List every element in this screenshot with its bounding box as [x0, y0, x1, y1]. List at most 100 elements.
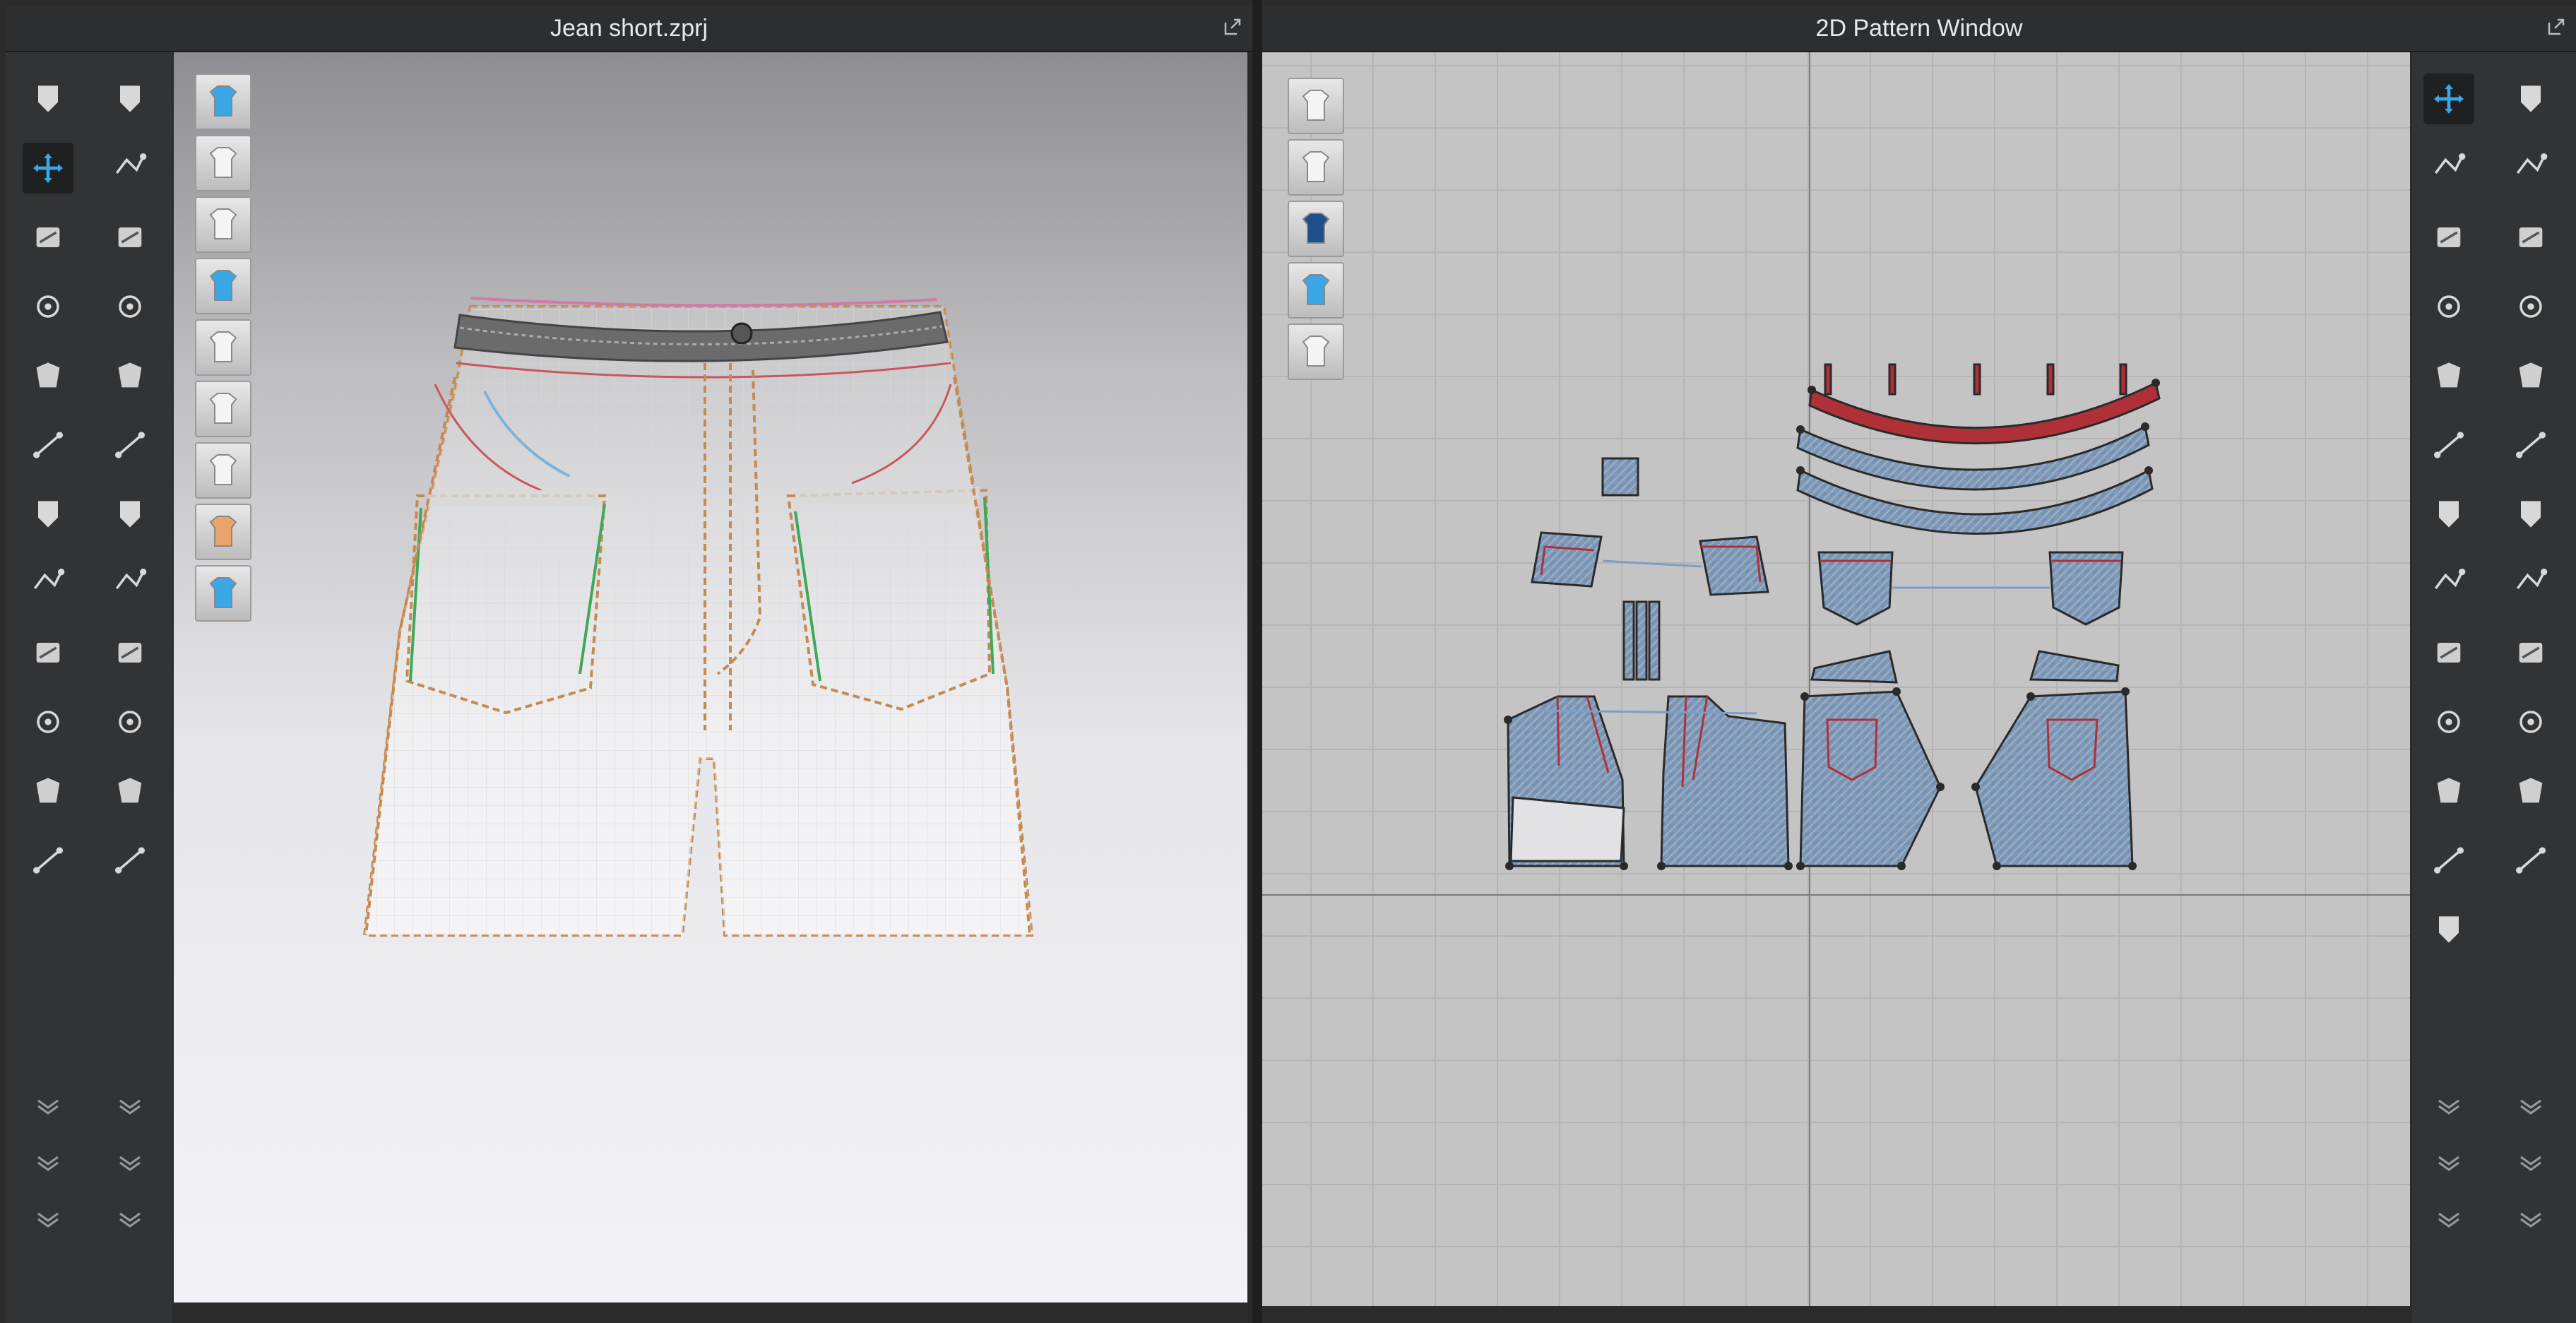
- free-sew-tool-button[interactable]: [105, 281, 155, 332]
- popout-icon[interactable]: [2546, 17, 2566, 37]
- expand-chevron-icon[interactable]: [116, 1211, 144, 1228]
- transform-icon: [36, 362, 60, 388]
- show-clothing-toggle[interactable]: [195, 196, 251, 253]
- trim-tool-button[interactable]: [105, 627, 155, 678]
- pattern-pieces[interactable]: [1262, 52, 2410, 1306]
- strap-tool-button[interactable]: [105, 420, 155, 470]
- jean-shorts-3d-model[interactable]: [174, 52, 1247, 1303]
- expand-chevron-icon[interactable]: [34, 1154, 62, 1171]
- edit-point-icon: [2434, 153, 2466, 174]
- expand-chevron-icon[interactable]: [2435, 1211, 2463, 1228]
- texture-2d-tool-button[interactable]: [2505, 489, 2556, 540]
- hanger-tool-button[interactable]: [23, 835, 73, 886]
- layer-stack-tool-button[interactable]: [2423, 904, 2474, 955]
- segment-sew-2d-tool-button[interactable]: [2505, 73, 2556, 124]
- iron-tool-button[interactable]: [2505, 350, 2556, 401]
- show-garment-toggle[interactable]: [195, 135, 251, 191]
- show-world-icon: [209, 577, 237, 608]
- show-skin-toggle[interactable]: [195, 504, 251, 560]
- polygon-tool-button[interactable]: [2423, 281, 2474, 332]
- 3d-garment-window: Jean short.zprj: [0, 0, 1252, 1323]
- window-divider[interactable]: [1252, 0, 1262, 1323]
- rectangle-tool-button[interactable]: [2423, 350, 2474, 401]
- tack-tool-button[interactable]: [23, 489, 73, 540]
- puckering-icon: [2519, 778, 2543, 803]
- edit-sewing-tool-button[interactable]: [105, 350, 155, 401]
- graphic-2d-tool-button[interactable]: [2505, 558, 2556, 609]
- puckering-tool-button[interactable]: [2505, 766, 2556, 817]
- transform-pattern-tool-button[interactable]: [2423, 73, 2474, 124]
- arrow-down-tool-button[interactable]: [23, 73, 73, 124]
- avatar-walk-icon: [120, 85, 140, 112]
- show-texture-toggle[interactable]: [195, 258, 251, 314]
- ruler-icon: [2437, 778, 2461, 803]
- show-pattern-toggle[interactable]: [1288, 139, 1344, 196]
- expand-chevron-icon[interactable]: [2517, 1211, 2545, 1228]
- internal-rectangle-tool-button[interactable]: [2423, 420, 2474, 470]
- tape-tool-button[interactable]: [2423, 835, 2474, 886]
- puffer-tool-button[interactable]: [2505, 835, 2556, 886]
- edit-point-tool-button[interactable]: [2423, 143, 2474, 194]
- lock-pattern-icon: [1302, 336, 1330, 367]
- lasso-select-tool-button[interactable]: [23, 212, 73, 263]
- texture-3d-tool-button[interactable]: [105, 489, 155, 540]
- avatar-arrange-tool-button[interactable]: [23, 766, 73, 817]
- show-3d-garment-toggle[interactable]: [195, 73, 251, 130]
- add-point-tool-button[interactable]: [2423, 212, 2474, 263]
- expand-chevron-icon[interactable]: [2517, 1154, 2545, 1171]
- trace-icon: [2434, 569, 2466, 590]
- show-texture-toggle[interactable]: [1288, 262, 1344, 319]
- notch-tool-button[interactable]: [2423, 696, 2474, 747]
- fold-arrange-tool-button[interactable]: [23, 558, 73, 609]
- free-sew-icon: [119, 295, 141, 318]
- expand-chevron-icon[interactable]: [34, 1098, 62, 1115]
- transform-tool-button[interactable]: [23, 350, 73, 401]
- curve-point-tool-button[interactable]: [2505, 143, 2556, 194]
- polygon-icon: [2438, 295, 2460, 318]
- show-world-toggle[interactable]: [195, 565, 251, 622]
- edit-pattern-3d-tool-button[interactable]: [105, 143, 155, 194]
- expand-chevron-icon[interactable]: [2517, 1098, 2545, 1115]
- lock-button-tool-button[interactable]: [105, 835, 155, 886]
- select-move-tool-button[interactable]: [23, 143, 73, 194]
- zipper-icon: [37, 711, 59, 733]
- show-mesh-toggle[interactable]: [195, 381, 251, 437]
- expand-chevron-icon[interactable]: [34, 1211, 62, 1228]
- segment-sew-2d-icon: [2521, 85, 2541, 112]
- popout-icon[interactable]: [1223, 17, 1242, 37]
- shirt-tool-button[interactable]: [2505, 420, 2556, 470]
- 3d-window-titlebar: Jean short.zprj: [6, 6, 1252, 52]
- topstitch-icon: [2519, 711, 2542, 733]
- 3d-viewport[interactable]: [174, 52, 1247, 1303]
- ruler-tool-button[interactable]: [2423, 766, 2474, 817]
- trim-2d-tool-button[interactable]: [2505, 627, 2556, 678]
- show-avatar-toggle[interactable]: [195, 319, 251, 376]
- dart-icon: [2439, 501, 2459, 528]
- edit-sewing-icon: [118, 362, 142, 388]
- info-toggle[interactable]: [1288, 201, 1344, 257]
- fold-tool-button[interactable]: [2505, 212, 2556, 263]
- expand-chevron-icon[interactable]: [2435, 1154, 2463, 1171]
- cut-tool-button[interactable]: [2423, 627, 2474, 678]
- segment-sew-tool-button[interactable]: [105, 212, 155, 263]
- expand-chevron-icon[interactable]: [116, 1098, 144, 1115]
- buttonhole-tool-button[interactable]: [105, 766, 155, 817]
- expand-chevron-icon[interactable]: [2435, 1098, 2463, 1115]
- 2d-pattern-canvas[interactable]: [1262, 52, 2410, 1306]
- trace-tool-button[interactable]: [2423, 558, 2474, 609]
- topstitch-tool-button[interactable]: [2505, 696, 2556, 747]
- zipper-tool-button[interactable]: [23, 696, 73, 747]
- show-baseline-toggle[interactable]: [1288, 78, 1344, 134]
- zoom-fit-tool-button[interactable]: [2505, 281, 2556, 332]
- pin-tool-button[interactable]: [23, 420, 73, 470]
- graphic-tool-button[interactable]: [105, 558, 155, 609]
- show-surface-toggle[interactable]: [195, 442, 251, 499]
- 2d-pattern-window: 2D Pattern Window: [1262, 0, 2576, 1323]
- dart-tool-button[interactable]: [2423, 489, 2474, 540]
- button-tool-button[interactable]: [105, 696, 155, 747]
- expand-chevron-icon[interactable]: [116, 1154, 144, 1171]
- avatar-walk-tool-button[interactable]: [105, 73, 155, 124]
- measure-line-tool-button[interactable]: [23, 627, 73, 678]
- lock-pattern-toggle[interactable]: [1288, 324, 1344, 380]
- garment-select-tool-button[interactable]: [23, 281, 73, 332]
